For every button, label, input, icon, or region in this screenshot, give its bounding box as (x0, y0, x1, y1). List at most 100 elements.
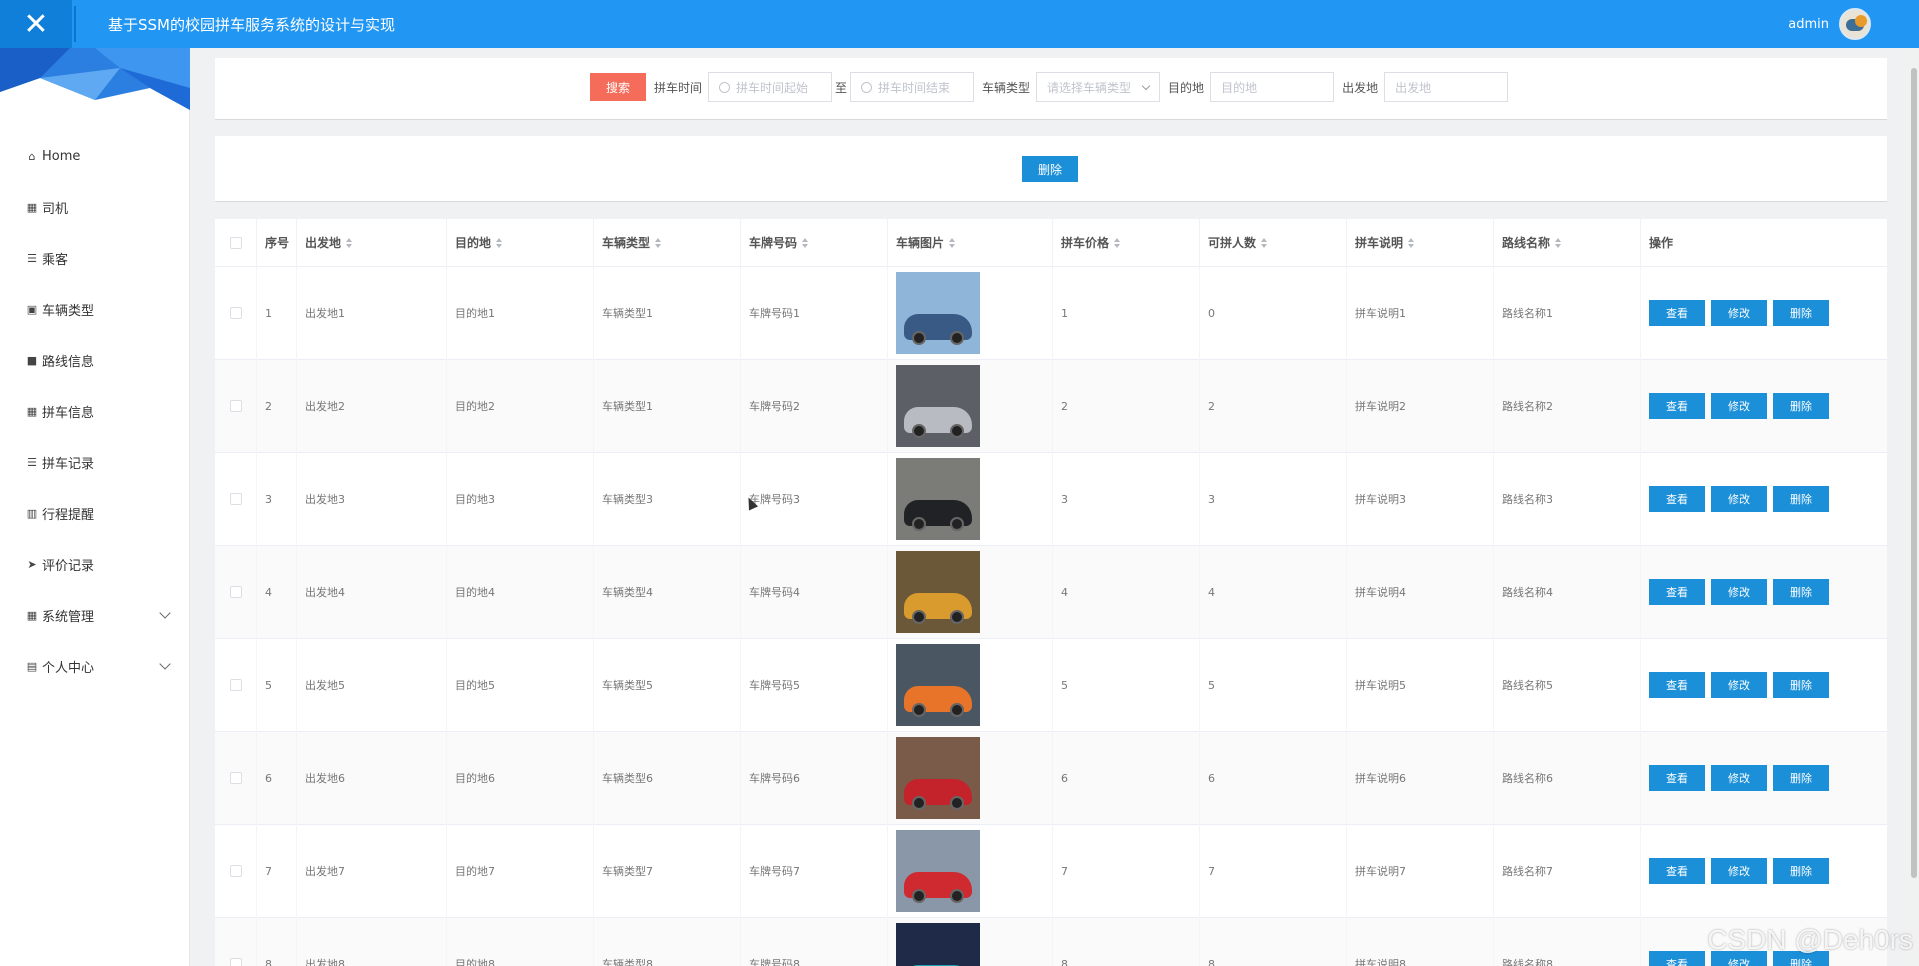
avatar[interactable] (1839, 8, 1871, 40)
row-checkbox[interactable] (229, 772, 242, 784)
card-icon: ▤ (26, 660, 38, 673)
table-row[interactable]: 4 出发地4 目的地4 车辆类型4 车牌号码4 4 4 拼车说明4 路线名称4 查看 修改 删除 (215, 545, 1887, 639)
edit-button[interactable]: 修改 (1711, 858, 1767, 884)
vehicle-image[interactable] (896, 830, 980, 912)
row-seats: 7 (1200, 824, 1347, 918)
sidebar-item-passenger[interactable]: ☰ 乘客 (0, 233, 189, 284)
sort-icon[interactable] (802, 237, 809, 248)
sidebar-item-review[interactable]: ➤ 评价记录 (0, 539, 189, 590)
col-description[interactable]: 拼车说明 (1347, 218, 1494, 267)
table-row[interactable]: 8 出发地8 目的地8 车辆类型8 车牌号码8 8 8 拼车说明8 路线名称8 查看 修改 删除 (215, 917, 1887, 966)
user-menu[interactable]: admin (1788, 0, 1871, 48)
view-button[interactable]: 查看 (1649, 300, 1705, 326)
sort-icon[interactable] (346, 237, 353, 248)
col-vehicle-type[interactable]: 车辆类型 (594, 218, 741, 267)
col-origin[interactable]: 出发地 (297, 218, 447, 267)
delete-button[interactable]: 删除 (1773, 579, 1829, 605)
table-row[interactable]: 3 出发地3 目的地3 车辆类型3 车牌号码3 3 3 拼车说明3 路线名称3 查看 修改 删除 (215, 452, 1887, 546)
col-seats[interactable]: 可拼人数 (1200, 218, 1347, 267)
delete-button[interactable]: 删除 (1773, 300, 1829, 326)
scrollbar-thumb[interactable] (1911, 68, 1917, 878)
edit-button[interactable]: 修改 (1711, 486, 1767, 512)
sort-icon[interactable] (1114, 237, 1121, 248)
row-checkbox[interactable] (229, 958, 242, 966)
delete-button[interactable]: 删除 (1773, 672, 1829, 698)
sidebar-item-carpool-record[interactable]: ☰ 拼车记录 (0, 437, 189, 488)
edit-button[interactable]: 修改 (1711, 393, 1767, 419)
view-button[interactable]: 查看 (1649, 486, 1705, 512)
edit-button[interactable]: 修改 (1711, 672, 1767, 698)
row-seats: 8 (1200, 917, 1347, 966)
row-route: 路线名称6 (1494, 731, 1641, 825)
row-index: 2 (257, 359, 297, 453)
row-index-text: 5 (265, 678, 272, 692)
row-price: 8 (1053, 917, 1200, 966)
row-index-text: 2 (265, 399, 272, 413)
delete-button[interactable]: 删除 (1773, 486, 1829, 512)
sidebar-item-label: 司机 (42, 202, 69, 217)
table-row[interactable]: 1 出发地1 目的地1 车辆类型1 车牌号码1 1 0 拼车说明1 路线名称1 查看 修改 删除 (215, 266, 1887, 360)
view-button[interactable]: 查看 (1649, 858, 1705, 884)
sort-icon[interactable] (1555, 237, 1562, 248)
row-checkbox[interactable] (229, 865, 242, 877)
sort-icon[interactable] (655, 237, 662, 248)
edit-button[interactable]: 修改 (1711, 579, 1767, 605)
view-button[interactable]: 查看 (1649, 579, 1705, 605)
destination-input[interactable]: 目的地 (1210, 72, 1335, 102)
sidebar-item-vehicle-type[interactable]: ▣ 车辆类型 (0, 284, 189, 335)
col-route[interactable]: 路线名称 (1494, 218, 1641, 267)
row-price-text: 2 (1061, 399, 1068, 413)
view-button[interactable]: 查看 (1649, 672, 1705, 698)
sidebar-item-system[interactable]: ▦ 系统管理 (0, 590, 189, 641)
wheel-shape (912, 703, 926, 717)
col-destination[interactable]: 目的地 (447, 218, 594, 267)
sort-icon[interactable] (949, 237, 956, 248)
delete-button[interactable]: 删除 (1773, 765, 1829, 791)
delete-button[interactable]: 删除 (1773, 393, 1829, 419)
table-row[interactable]: 5 出发地5 目的地5 车辆类型5 车牌号码5 5 5 拼车说明5 路线名称5 查看 修改 删除 (215, 638, 1887, 732)
close-icon[interactable]: ✕ (0, 0, 72, 48)
row-checkbox[interactable] (229, 679, 242, 691)
sidebar-item-profile[interactable]: ▤ 个人中心 (0, 641, 189, 692)
sidebar-item-route[interactable]: ■ 路线信息 (0, 335, 189, 386)
row-checkbox[interactable] (229, 400, 242, 412)
view-button[interactable]: 查看 (1649, 765, 1705, 791)
vehicle-image[interactable] (896, 272, 980, 354)
view-button[interactable]: 查看 (1649, 393, 1705, 419)
vehicle-image[interactable] (896, 923, 980, 966)
table-row[interactable]: 2 出发地2 目的地2 车辆类型1 车牌号码2 2 2 拼车说明2 路线名称2 查看 修改 删除 (215, 359, 1887, 453)
sort-icon[interactable] (496, 237, 503, 248)
sidebar-item-home[interactable]: ⌂ Home (0, 131, 189, 182)
sidebar-item-carpool-info[interactable]: ▦ 拼车信息 (0, 386, 189, 437)
vehicle-image[interactable] (896, 737, 980, 819)
table-row[interactable]: 6 出发地6 目的地6 车辆类型6 车牌号码6 6 6 拼车说明6 路线名称6 查看 修改 删除 (215, 731, 1887, 825)
origin-input[interactable]: 出发地 (1384, 72, 1509, 102)
page-scrollbar[interactable] (1909, 48, 1919, 966)
vehicle-type-select[interactable]: 请选择车辆类型 (1036, 72, 1161, 102)
select-all-checkbox[interactable] (229, 236, 242, 249)
vehicle-image[interactable] (896, 644, 980, 726)
time-end-input[interactable]: 拼车时间结束 (850, 72, 975, 102)
sort-icon[interactable] (1261, 237, 1268, 248)
vehicle-image[interactable] (896, 458, 980, 540)
sort-icon[interactable] (1408, 237, 1415, 248)
edit-button[interactable]: 修改 (1711, 300, 1767, 326)
delete-button[interactable]: 删除 (1773, 858, 1829, 884)
col-price[interactable]: 拼车价格 (1053, 218, 1200, 267)
row-checkbox[interactable] (229, 493, 242, 505)
col-plate[interactable]: 车牌号码 (741, 218, 888, 267)
vehicle-image[interactable] (896, 551, 980, 633)
view-button[interactable]: 查看 (1649, 951, 1705, 966)
batch-delete-button[interactable]: 删除 (1022, 156, 1078, 182)
vehicle-image[interactable] (896, 365, 980, 447)
sidebar-item-trip-reminder[interactable]: ▥ 行程提醒 (0, 488, 189, 539)
row-origin: 出发地2 (297, 359, 447, 453)
row-checkbox[interactable] (229, 586, 242, 598)
row-checkbox[interactable] (229, 307, 242, 319)
col-image[interactable]: 车辆图片 (888, 218, 1053, 267)
time-start-input[interactable]: 拼车时间起始 (708, 72, 833, 102)
search-button[interactable]: 搜索 (590, 73, 646, 101)
edit-button[interactable]: 修改 (1711, 765, 1767, 791)
table-row[interactable]: 7 出发地7 目的地7 车辆类型7 车牌号码7 7 7 拼车说明7 路线名称7 查看 修改 删除 (215, 824, 1887, 918)
sidebar-item-driver[interactable]: ▦ 司机 (0, 182, 189, 233)
